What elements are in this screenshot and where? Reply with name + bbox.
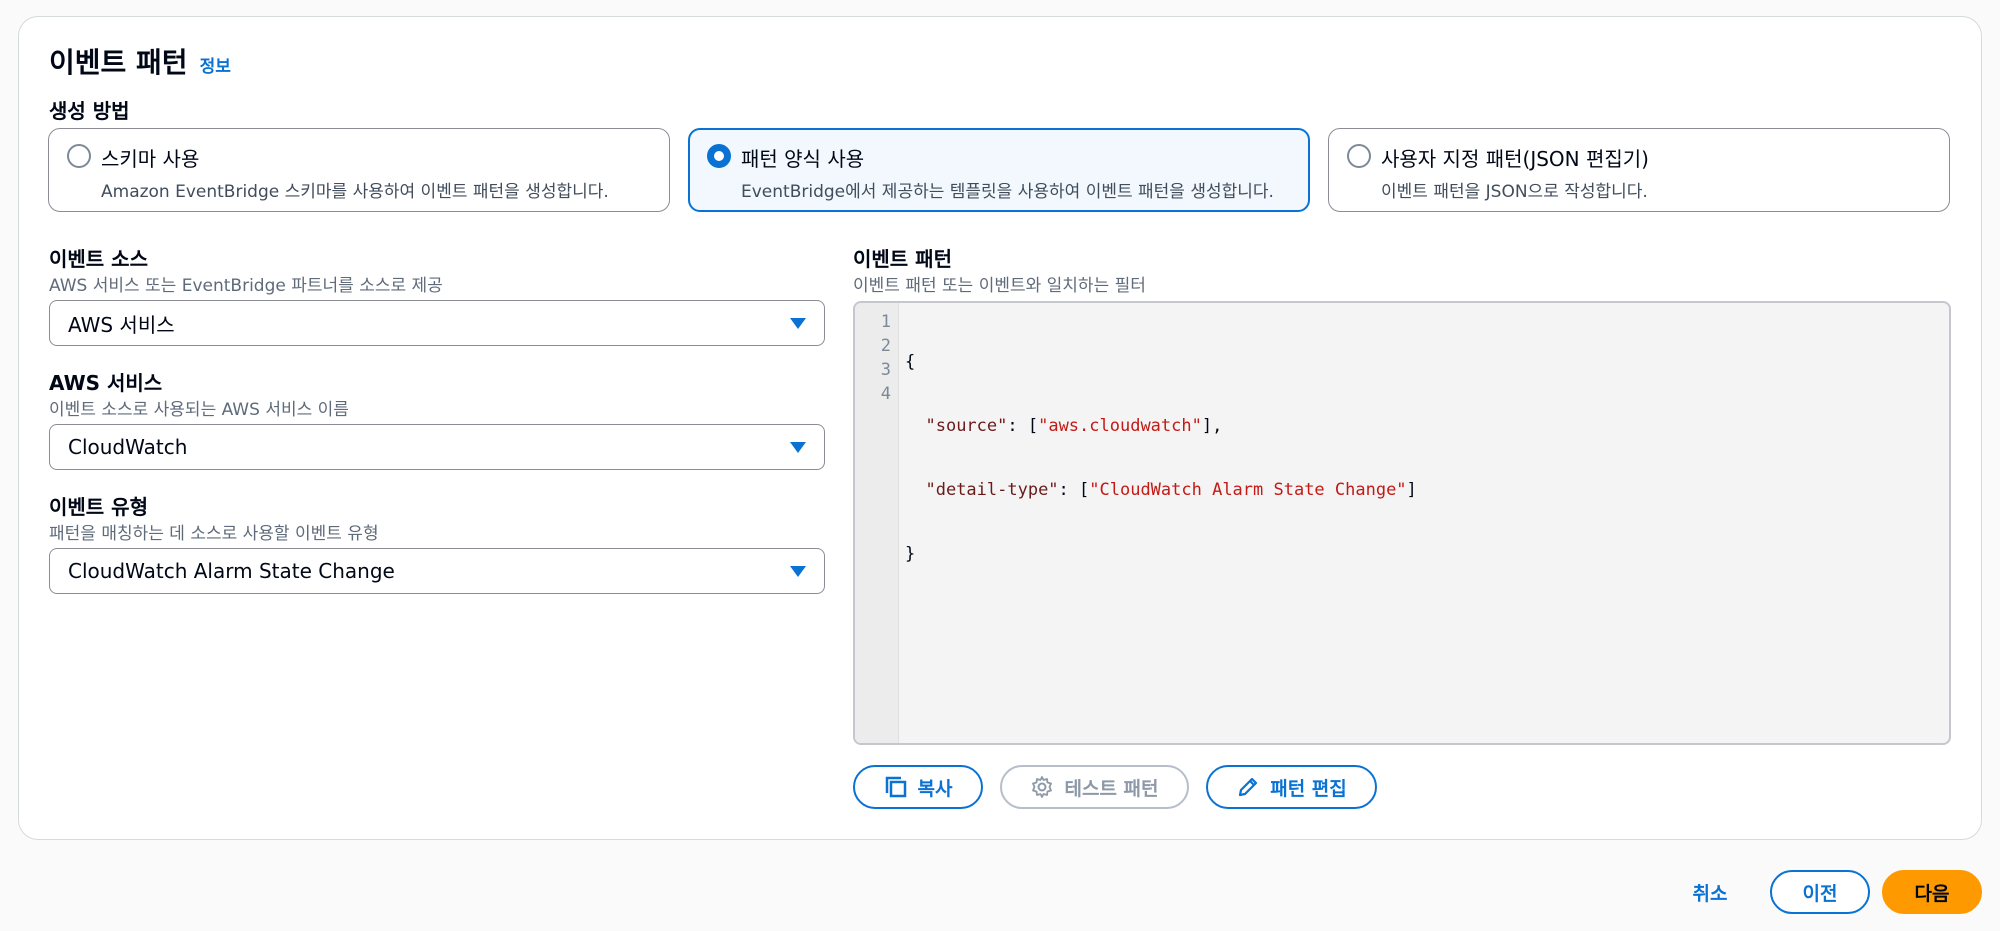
event-pattern-label: 이벤트 패턴: [853, 247, 952, 271]
next-button-label: 다음: [1914, 882, 1950, 905]
code-key: "source": [925, 416, 1008, 436]
tile-description: EventBridge에서 제공하는 템플릿을 사용하여 이벤트 패턴을 생성합…: [741, 182, 1274, 202]
tile-use-schema[interactable]: 스키마 사용 Amazon EventBridge 스키마를 사용하여 이벤트 …: [48, 128, 670, 212]
line-number: 3: [880, 360, 891, 380]
tile-title: 사용자 지정 패턴(JSON 편집기): [1381, 147, 1649, 171]
code-line: }: [905, 542, 1417, 566]
caret-down-icon: [790, 441, 806, 453]
test-pattern-button[interactable]: 테스트 패턴: [1000, 765, 1189, 809]
event-source-value: AWS 서비스: [68, 312, 175, 337]
next-button[interactable]: 다음: [1882, 870, 1982, 914]
code-brace: }: [905, 544, 916, 564]
code-line: "source": ["aws.cloudwatch"],: [925, 416, 1223, 436]
tile-description: Amazon EventBridge 스키마를 사용하여 이벤트 패턴을 생성합…: [101, 182, 609, 202]
aws-service-description: 이벤트 소스로 사용되는 AWS 서비스 이름: [49, 400, 349, 420]
aws-service-value: CloudWatch: [68, 435, 188, 459]
test-pattern-button-label: 테스트 패턴: [1064, 777, 1159, 800]
line-number: 2: [880, 336, 891, 356]
radio-use-pattern-form[interactable]: [707, 144, 731, 168]
code-key: "detail-type": [925, 480, 1059, 500]
copy-icon: [885, 776, 906, 798]
event-pattern-description: 이벤트 패턴 또는 이벤트와 일치하는 필터: [853, 276, 1146, 296]
event-pattern-code-editor[interactable]: 1 2 3 4 { "source": ["aws.cloudwatch"], …: [853, 301, 1951, 745]
aws-service-label: AWS 서비스: [49, 371, 163, 395]
code-string: "aws.cloudwatch": [1038, 416, 1202, 436]
event-type-select[interactable]: CloudWatch Alarm State Change: [49, 548, 825, 594]
event-type-value: CloudWatch Alarm State Change: [68, 559, 395, 583]
info-link[interactable]: 정보: [200, 52, 231, 77]
panel-title: 이벤트 패턴: [49, 46, 188, 79]
creation-method-label: 생성 방법: [49, 99, 130, 123]
event-type-description: 패턴을 매칭하는 데 소스로 사용할 이벤트 유형: [49, 524, 379, 544]
cancel-button-label: 취소: [1692, 882, 1728, 905]
aws-service-select[interactable]: CloudWatch: [49, 424, 825, 470]
line-number: 1: [880, 312, 891, 332]
code-content: { "source": ["aws.cloudwatch"], "detail-…: [905, 310, 1417, 606]
pencil-icon: [1239, 777, 1258, 797]
tile-use-pattern-form[interactable]: 패턴 양식 사용 EventBridge에서 제공하는 템플릿을 사용하여 이벤…: [688, 128, 1310, 212]
event-source-select[interactable]: AWS 서비스: [49, 300, 825, 346]
cancel-button[interactable]: 취소: [1670, 870, 1750, 914]
tile-description: 이벤트 패턴을 JSON으로 작성합니다.: [1381, 182, 1648, 202]
code-line: {: [905, 350, 1417, 374]
edit-pattern-button[interactable]: 패턴 편집: [1206, 765, 1377, 809]
radio-use-schema[interactable]: [67, 144, 91, 168]
radio-custom-pattern[interactable]: [1347, 144, 1371, 168]
tile-custom-pattern[interactable]: 사용자 지정 패턴(JSON 편집기) 이벤트 패턴을 JSON으로 작성합니다…: [1328, 128, 1950, 212]
line-number-gutter: 1 2 3 4: [855, 303, 899, 743]
event-type-label: 이벤트 유형: [49, 495, 148, 519]
gear-icon: [1032, 776, 1053, 798]
copy-button[interactable]: 복사: [853, 765, 983, 809]
caret-down-icon: [790, 317, 806, 329]
caret-down-icon: [790, 565, 806, 577]
event-pattern-panel: 이벤트 패턴 정보 생성 방법 스키마 사용 Amazon EventBridg…: [18, 16, 1982, 840]
event-source-description: AWS 서비스 또는 EventBridge 파트너를 소스로 제공: [49, 276, 443, 296]
tile-title: 패턴 양식 사용: [741, 147, 865, 171]
copy-button-label: 복사: [917, 777, 953, 800]
code-line: "detail-type": ["CloudWatch Alarm State …: [925, 480, 1417, 500]
previous-button[interactable]: 이전: [1770, 870, 1870, 914]
previous-button-label: 이전: [1802, 882, 1838, 905]
edit-pattern-button-label: 패턴 편집: [1270, 777, 1347, 800]
code-brace: {: [905, 352, 916, 372]
tile-title: 스키마 사용: [101, 147, 200, 171]
panel-header: 이벤트 패턴 정보: [49, 41, 231, 81]
event-source-label: 이벤트 소스: [49, 247, 148, 271]
code-string: "CloudWatch Alarm State Change": [1089, 480, 1407, 500]
line-number: 4: [880, 384, 891, 404]
